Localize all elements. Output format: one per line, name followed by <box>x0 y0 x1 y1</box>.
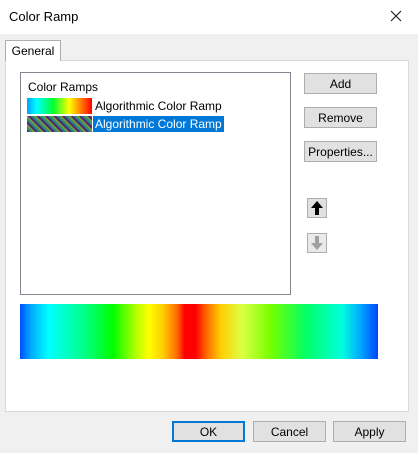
list-item-label: Algorithmic Color Ramp <box>93 116 224 132</box>
cancel-button[interactable]: Cancel <box>253 421 326 442</box>
arrow-down-icon <box>311 236 323 250</box>
tab-general[interactable]: General <box>5 40 61 61</box>
color-ramps-list[interactable]: Color Ramps Algorithmic Color Ramp Algor… <box>20 72 291 295</box>
add-button[interactable]: Add <box>304 73 377 94</box>
arrow-up-icon <box>311 201 323 215</box>
list-item-label: Algorithmic Color Ramp <box>95 99 222 113</box>
properties-button[interactable]: Properties... <box>304 141 377 162</box>
ok-button[interactable]: OK <box>172 421 245 442</box>
list-header: Color Ramps <box>28 80 99 94</box>
move-down-button[interactable] <box>307 233 327 253</box>
window-title: Color Ramp <box>9 9 79 24</box>
apply-button[interactable]: Apply <box>333 421 406 442</box>
list-item[interactable]: Algorithmic Color Ramp <box>27 98 222 114</box>
remove-button[interactable]: Remove <box>304 107 377 128</box>
list-item-selected[interactable]: Algorithmic Color Ramp <box>27 116 224 132</box>
color-ramp-preview <box>20 304 378 359</box>
move-up-button[interactable] <box>307 198 327 218</box>
close-icon[interactable] <box>384 5 408 27</box>
ramp-swatch <box>27 116 92 132</box>
ramp-swatch <box>27 98 92 114</box>
title-bar: Color Ramp <box>0 0 418 34</box>
